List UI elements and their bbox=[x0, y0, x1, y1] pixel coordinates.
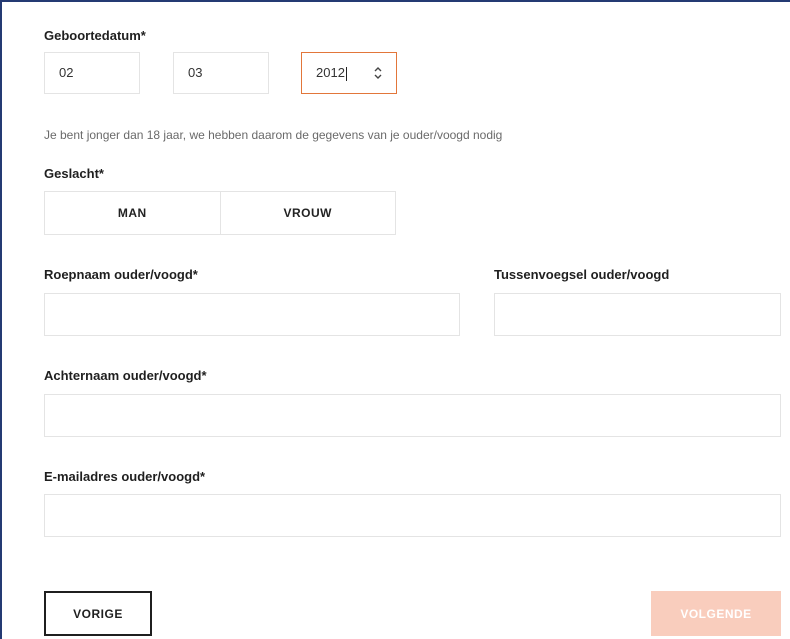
guardian-email-label: E-mailadres ouder/voogd* bbox=[44, 469, 206, 484]
text-caret bbox=[345, 66, 347, 81]
spinner-arrows-icon[interactable] bbox=[374, 66, 382, 80]
gender-selector: MAN VROUW bbox=[44, 191, 396, 235]
guardian-last-name-input[interactable] bbox=[44, 394, 781, 437]
birthdate-label: Geboortedatum* bbox=[44, 28, 146, 43]
next-button[interactable]: VOLGENDE bbox=[651, 591, 781, 636]
guardian-infix-input[interactable] bbox=[494, 293, 781, 336]
gender-label: Geslacht* bbox=[44, 166, 104, 181]
guardian-infix-label: Tussenvoegsel ouder/voogd bbox=[494, 267, 670, 282]
previous-button[interactable]: VORIGE bbox=[44, 591, 152, 636]
gender-option-man[interactable]: MAN bbox=[45, 192, 220, 234]
birthdate-month-input[interactable]: 03 bbox=[173, 52, 269, 94]
form-panel: Geboortedatum* 02 03 2012 Je bent jonger… bbox=[0, 0, 790, 639]
birthdate-day-value: 02 bbox=[59, 65, 74, 80]
gender-option-vrouw[interactable]: VROUW bbox=[219, 192, 395, 234]
birthdate-year-input[interactable]: 2012 bbox=[301, 52, 397, 94]
birthdate-day-input[interactable]: 02 bbox=[44, 52, 140, 94]
guardian-email-input[interactable] bbox=[44, 494, 781, 537]
guardian-last-name-label: Achternaam ouder/voogd* bbox=[44, 368, 207, 383]
age-notice: Je bent jonger dan 18 jaar, we hebben da… bbox=[44, 128, 503, 142]
guardian-first-name-input[interactable] bbox=[44, 293, 460, 336]
birthdate-month-value: 03 bbox=[188, 65, 203, 80]
birthdate-year-value: 2012 bbox=[316, 65, 345, 80]
guardian-first-name-label: Roepnaam ouder/voogd* bbox=[44, 267, 198, 282]
